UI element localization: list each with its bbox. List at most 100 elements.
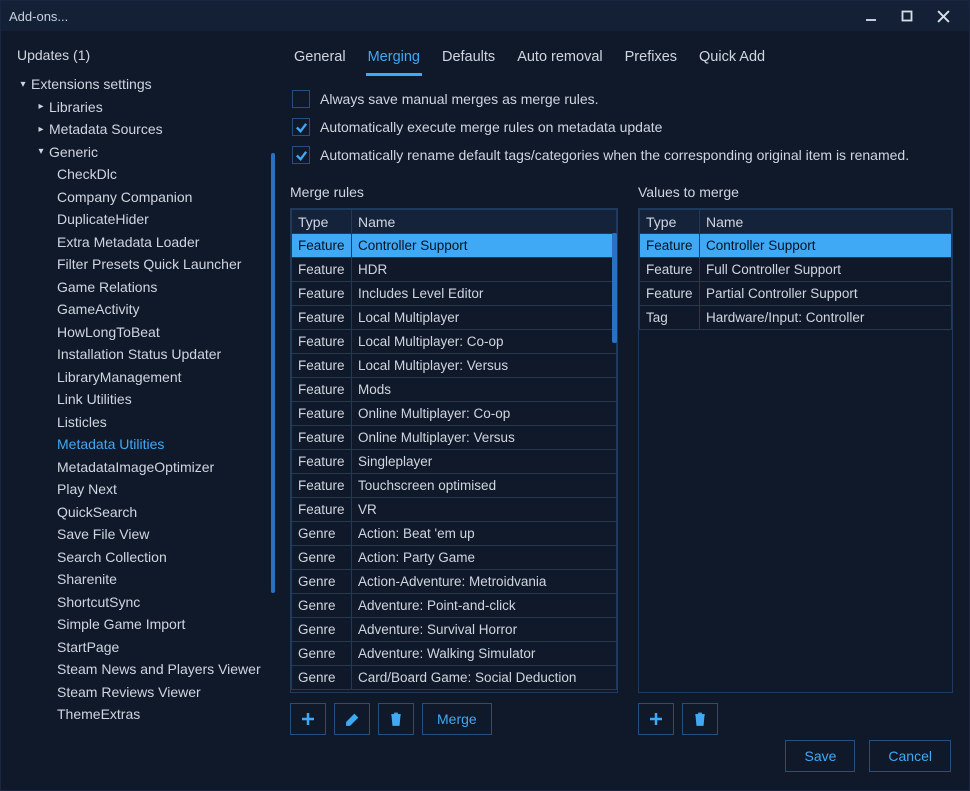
cell-type: Genre bbox=[292, 642, 352, 666]
col-header-type[interactable]: Type bbox=[640, 210, 700, 234]
tree-item[interactable]: ShortcutSync bbox=[11, 591, 270, 614]
tree-item[interactable]: ▸Metadata Sources bbox=[11, 118, 270, 141]
tree-item[interactable]: Save File View bbox=[11, 523, 270, 546]
tree-item[interactable]: Steam News and Players Viewer bbox=[11, 658, 270, 681]
checkbox-label: Automatically rename default tags/catego… bbox=[320, 147, 909, 163]
tab-auto-removal[interactable]: Auto removal bbox=[515, 45, 604, 76]
table-row[interactable]: FeatureOnline Multiplayer: Versus bbox=[292, 426, 617, 450]
tree-item[interactable]: GameActivity bbox=[11, 298, 270, 321]
cell-type: Feature bbox=[640, 258, 700, 282]
col-header-name[interactable]: Name bbox=[352, 210, 617, 234]
cell-name: Action: Party Game bbox=[352, 546, 617, 570]
tree-item[interactable]: Installation Status Updater bbox=[11, 343, 270, 366]
tree-item[interactable]: Steam Reviews Viewer bbox=[11, 681, 270, 704]
table-row[interactable]: FeatureController Support bbox=[640, 234, 952, 258]
tab-quick-add[interactable]: Quick Add bbox=[697, 45, 767, 76]
table-row[interactable]: GenreAdventure: Walking Simulator bbox=[292, 642, 617, 666]
tree-item[interactable]: ThemeExtras bbox=[11, 703, 270, 726]
col-header-type[interactable]: Type bbox=[292, 210, 352, 234]
table-row[interactable]: FeatureTouchscreen optimised bbox=[292, 474, 617, 498]
checkbox[interactable] bbox=[292, 146, 310, 164]
table-row[interactable]: GenreAction: Party Game bbox=[292, 546, 617, 570]
table-row[interactable]: FeatureController Support bbox=[292, 234, 617, 258]
table-row[interactable]: TagHardware/Input: Controller bbox=[640, 306, 952, 330]
table-row[interactable]: FeaturePartial Controller Support bbox=[640, 282, 952, 306]
tree-item[interactable]: StartPage bbox=[11, 636, 270, 659]
tree-item-label: HowLongToBeat bbox=[57, 324, 160, 340]
tree-item[interactable]: Listicles bbox=[11, 411, 270, 434]
table-row[interactable]: FeatureLocal Multiplayer: Co-op bbox=[292, 330, 617, 354]
minimize-button[interactable] bbox=[853, 1, 889, 31]
merge-rules-table[interactable]: Type Name FeatureController SupportFeatu… bbox=[291, 209, 617, 690]
table-row[interactable]: GenreAdventure: Survival Horror bbox=[292, 618, 617, 642]
table-row[interactable]: FeatureIncludes Level Editor bbox=[292, 282, 617, 306]
tree-item[interactable]: Game Relations bbox=[11, 276, 270, 299]
tree-item[interactable]: HowLongToBeat bbox=[11, 321, 270, 344]
tab-defaults[interactable]: Defaults bbox=[440, 45, 497, 76]
window-title: Add-ons... bbox=[9, 9, 68, 24]
tab-merging[interactable]: Merging bbox=[366, 45, 422, 76]
tree-item-label: QuickSearch bbox=[57, 504, 137, 520]
maximize-button[interactable] bbox=[889, 1, 925, 31]
table-row[interactable]: FeatureLocal Multiplayer: Versus bbox=[292, 354, 617, 378]
tree-item[interactable]: DuplicateHider bbox=[11, 208, 270, 231]
cancel-button[interactable]: Cancel bbox=[869, 740, 951, 772]
save-button[interactable]: Save bbox=[785, 740, 855, 772]
tree-item[interactable]: Simple Game Import bbox=[11, 613, 270, 636]
tree-item[interactable]: LibraryManagement bbox=[11, 366, 270, 389]
table-row[interactable]: GenreAdventure: Point-and-click bbox=[292, 594, 617, 618]
cell-type: Genre bbox=[292, 522, 352, 546]
tree-item[interactable]: Filter Presets Quick Launcher bbox=[11, 253, 270, 276]
tree-item[interactable]: Link Utilities bbox=[11, 388, 270, 411]
tree-item[interactable]: MetadataImageOptimizer bbox=[11, 456, 270, 479]
tree-item[interactable]: ▾Extensions settings bbox=[11, 73, 270, 96]
cell-type: Genre bbox=[292, 666, 352, 690]
tree-item[interactable]: ▾Generic bbox=[11, 141, 270, 164]
cell-type: Genre bbox=[292, 618, 352, 642]
tree-item[interactable]: QuickSearch bbox=[11, 501, 270, 524]
checkbox-row: Automatically rename default tags/catego… bbox=[292, 146, 951, 164]
table-row[interactable]: GenreAction-Adventure: Metroidvania bbox=[292, 570, 617, 594]
cell-name: HDR bbox=[352, 258, 617, 282]
checkbox[interactable] bbox=[292, 90, 310, 108]
tree-item[interactable]: CheckDlc bbox=[11, 163, 270, 186]
table-row[interactable]: FeatureSingleplayer bbox=[292, 450, 617, 474]
merge-rules-scrollbar[interactable] bbox=[612, 233, 617, 343]
tree-item[interactable]: Sharenite bbox=[11, 568, 270, 591]
cell-type: Feature bbox=[640, 282, 700, 306]
table-row[interactable]: GenreAction: Beat 'em up bbox=[292, 522, 617, 546]
col-header-name[interactable]: Name bbox=[700, 210, 952, 234]
cell-name: Adventure: Survival Horror bbox=[352, 618, 617, 642]
table-row[interactable]: FeatureHDR bbox=[292, 258, 617, 282]
tree-item[interactable]: Search Collection bbox=[11, 546, 270, 569]
tree-item-label: LibraryManagement bbox=[57, 369, 182, 385]
sidebar-scrollbar[interactable] bbox=[271, 153, 275, 593]
tab-prefixes[interactable]: Prefixes bbox=[623, 45, 679, 76]
close-button[interactable] bbox=[925, 1, 961, 31]
tabs: General Merging Defaults Auto removal Prefix… bbox=[286, 39, 957, 76]
sidebar-updates[interactable]: Updates (1) bbox=[1, 43, 276, 73]
tree-item[interactable]: ▸Libraries bbox=[11, 96, 270, 119]
tree-item[interactable]: Play Next bbox=[11, 478, 270, 501]
tree-item[interactable]: Metadata Utilities bbox=[11, 433, 270, 456]
table-row[interactable]: GenreCard/Board Game: Social Deduction bbox=[292, 666, 617, 690]
cell-name: Adventure: Point-and-click bbox=[352, 594, 617, 618]
table-row[interactable]: FeatureMods bbox=[292, 378, 617, 402]
cell-type: Feature bbox=[292, 450, 352, 474]
table-row[interactable]: FeatureOnline Multiplayer: Co-op bbox=[292, 402, 617, 426]
table-row[interactable]: FeatureVR bbox=[292, 498, 617, 522]
tree-item[interactable]: Company Companion bbox=[11, 186, 270, 209]
values-table[interactable]: Type Name FeatureController SupportFeatu… bbox=[639, 209, 952, 330]
tree-item[interactable]: Extra Metadata Loader bbox=[11, 231, 270, 254]
tab-general[interactable]: General bbox=[292, 45, 348, 76]
cell-name: Online Multiplayer: Co-op bbox=[352, 402, 617, 426]
cell-type: Genre bbox=[292, 570, 352, 594]
tree-item-label: Generic bbox=[49, 144, 98, 160]
table-row[interactable]: FeatureFull Controller Support bbox=[640, 258, 952, 282]
checkbox[interactable] bbox=[292, 118, 310, 136]
checkbox-label: Automatically execute merge rules on met… bbox=[320, 119, 662, 135]
tree-item-label: Link Utilities bbox=[57, 391, 132, 407]
cell-type: Feature bbox=[292, 282, 352, 306]
table-row[interactable]: FeatureLocal Multiplayer bbox=[292, 306, 617, 330]
tree-item-label: Steam Reviews Viewer bbox=[57, 684, 201, 700]
